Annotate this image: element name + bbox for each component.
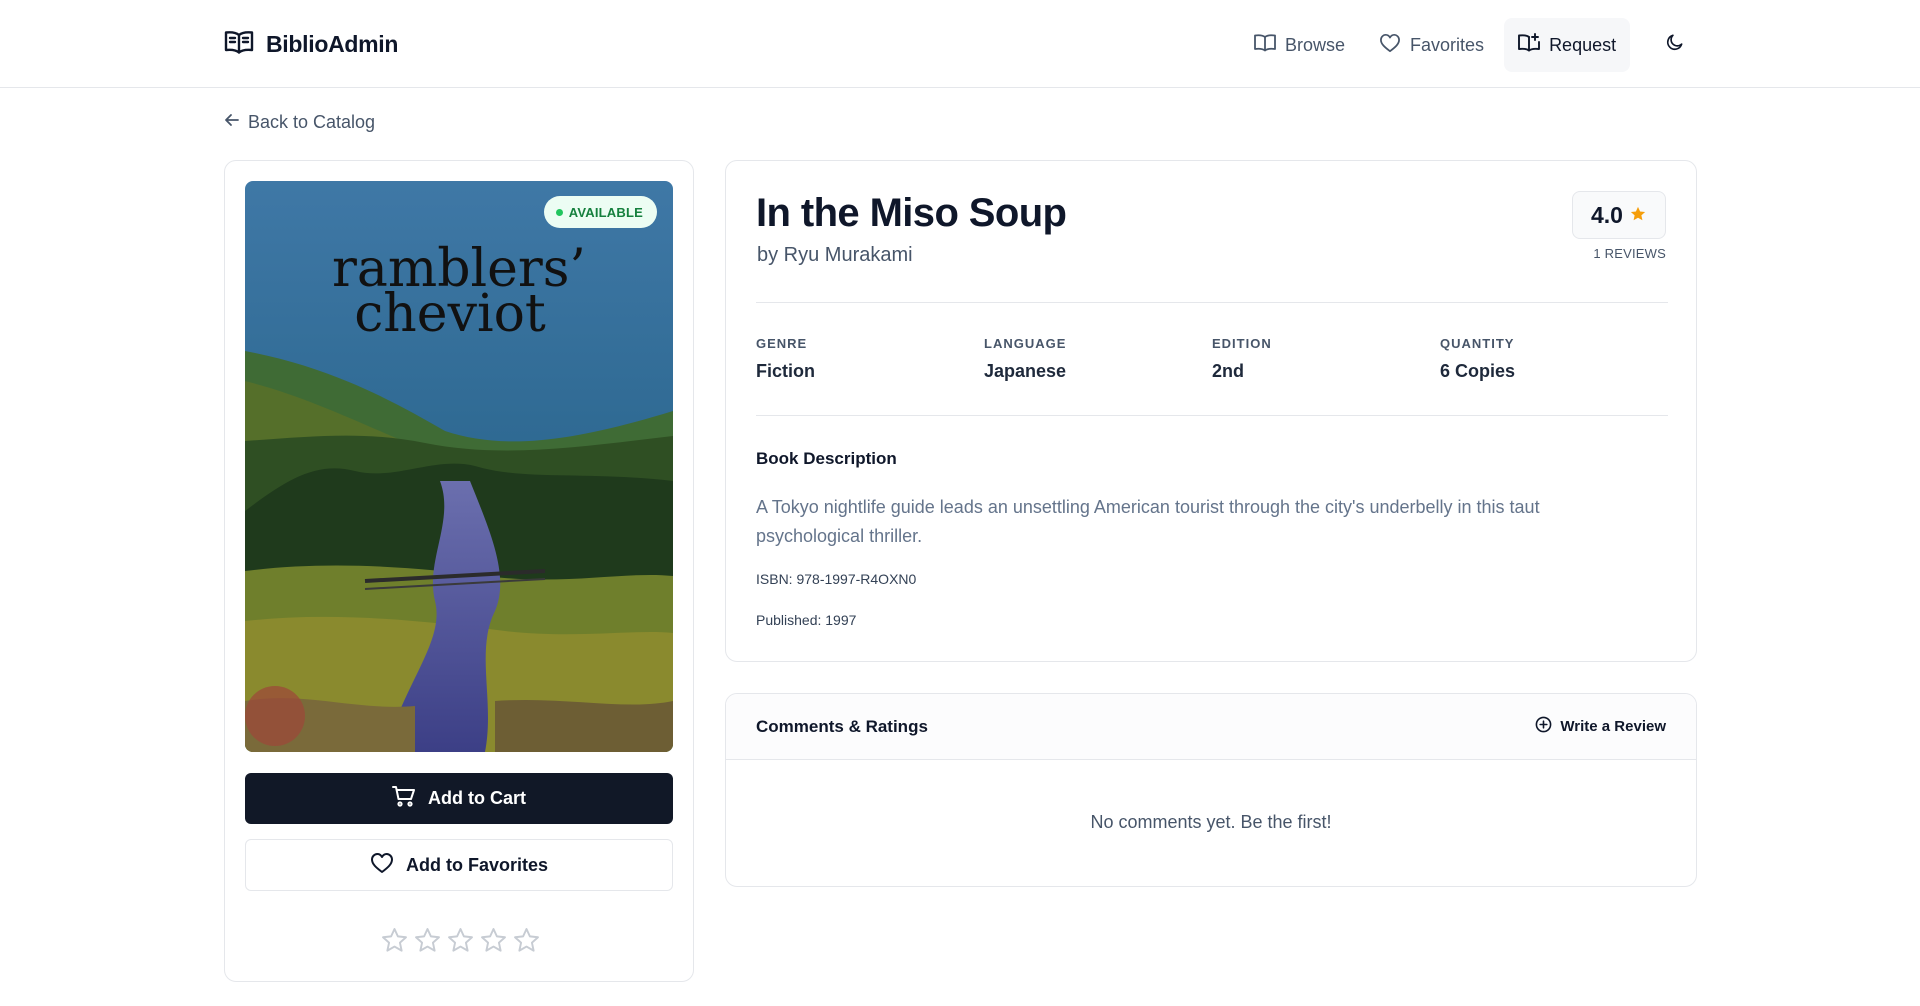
book-title: In the Miso Soup <box>756 191 1067 235</box>
meta-label: GENRE <box>756 336 808 351</box>
average-rating-value: 4.0 <box>1591 201 1623 228</box>
rating-star-2[interactable] <box>413 926 442 955</box>
moon-icon <box>1665 32 1685 57</box>
comments-card: Comments & Ratings Write a Review No com… <box>725 693 1697 887</box>
theme-toggle-button[interactable] <box>1655 26 1695 62</box>
meta-value: Japanese <box>984 361 1067 381</box>
arrow-left-icon <box>224 112 240 133</box>
add-to-favorites-button[interactable]: Add to Favorites <box>245 839 673 891</box>
meta-language: LANGUAGE Japanese <box>984 336 1212 382</box>
comments-empty-state: No comments yet. Be the first! <box>1090 812 1332 832</box>
book-author: by Ryu Murakami <box>757 244 913 266</box>
meta-label: LANGUAGE <box>984 336 1067 351</box>
heart-icon <box>370 852 394 879</box>
brand-logo[interactable]: BiblioAdmin <box>224 26 398 62</box>
meta-value: 6 Copies <box>1440 361 1516 381</box>
rating-star-5[interactable] <box>512 926 541 955</box>
book-info-card: In the Miso Soup by Ryu Murakami 4.0 1 R… <box>725 160 1697 662</box>
book-description: A Tokyo nightlife guide leads an unsettl… <box>756 497 1540 546</box>
write-review-button[interactable]: Write a Review <box>1535 716 1666 737</box>
description-heading: Book Description <box>756 449 897 468</box>
nav-browse-label: Browse <box>1285 34 1346 55</box>
nav-request[interactable]: Request <box>1504 18 1631 72</box>
average-rating-badge: 4.0 <box>1572 191 1666 239</box>
book-cover-image: ramblers’ cheviot AVAILABLE <box>245 181 673 752</box>
nav-request-label: Request <box>1549 34 1617 55</box>
comments-header: Comments & Ratings Write a Review <box>726 694 1696 760</box>
nav-browse[interactable]: Browse <box>1240 18 1359 72</box>
user-rating-stars <box>225 926 695 955</box>
nav-favorites[interactable]: Favorites <box>1365 18 1498 72</box>
book-isbn: ISBN: 978-1997-R4OXN0 <box>756 571 917 587</box>
main-nav: Browse Favorites Request <box>1240 18 1631 72</box>
rating-star-4[interactable] <box>479 926 508 955</box>
back-link-label: Back to Catalog <box>248 112 376 132</box>
divider <box>756 415 1668 416</box>
book-published: Published: 1997 <box>756 612 857 628</box>
cover-text-line2: cheviot <box>354 284 546 344</box>
rating-star-3[interactable] <box>446 926 475 955</box>
meta-genre: GENRE Fiction <box>756 336 984 382</box>
add-to-cart-button[interactable]: Add to Cart <box>245 773 673 824</box>
book-open-icon <box>1254 33 1276 58</box>
nav-favorites-label: Favorites <box>1410 34 1485 55</box>
star-icon <box>1629 202 1647 229</box>
comments-title: Comments & Ratings <box>756 717 928 736</box>
book-open-icon <box>224 29 254 60</box>
meta-value: Fiction <box>756 361 815 381</box>
meta-edition: EDITION 2nd <box>1212 336 1440 382</box>
meta-quantity: QUANTITY 6 Copies <box>1440 336 1668 382</box>
divider <box>756 302 1668 303</box>
top-bar: BiblioAdmin Browse Favorites Request <box>0 0 1920 88</box>
availability-label: AVAILABLE <box>568 204 643 220</box>
rating-star-1[interactable] <box>380 926 409 955</box>
heart-icon <box>1379 33 1401 58</box>
reviews-count: 1 REVIEWS <box>1593 246 1666 261</box>
meta-value: 2nd <box>1212 361 1245 381</box>
meta-label: QUANTITY <box>1440 336 1515 351</box>
status-dot <box>555 208 563 216</box>
plus-circle-icon <box>1535 716 1552 737</box>
book-plus-icon <box>1518 32 1541 58</box>
add-to-favorites-label: Add to Favorites <box>405 854 548 875</box>
write-review-label: Write a Review <box>1560 718 1666 735</box>
cart-icon <box>392 785 416 812</box>
back-to-catalog-link[interactable]: Back to Catalog <box>224 112 375 133</box>
book-meta-grid: GENRE Fiction LANGUAGE Japanese EDITION … <box>756 336 1668 382</box>
book-cover-card: ramblers’ cheviot AVAILABLE Add to Cart … <box>224 160 694 982</box>
meta-label: EDITION <box>1212 336 1272 351</box>
availability-badge: AVAILABLE <box>543 196 657 228</box>
add-to-cart-label: Add to Cart <box>428 788 526 808</box>
brand-name: BiblioAdmin <box>266 30 399 57</box>
